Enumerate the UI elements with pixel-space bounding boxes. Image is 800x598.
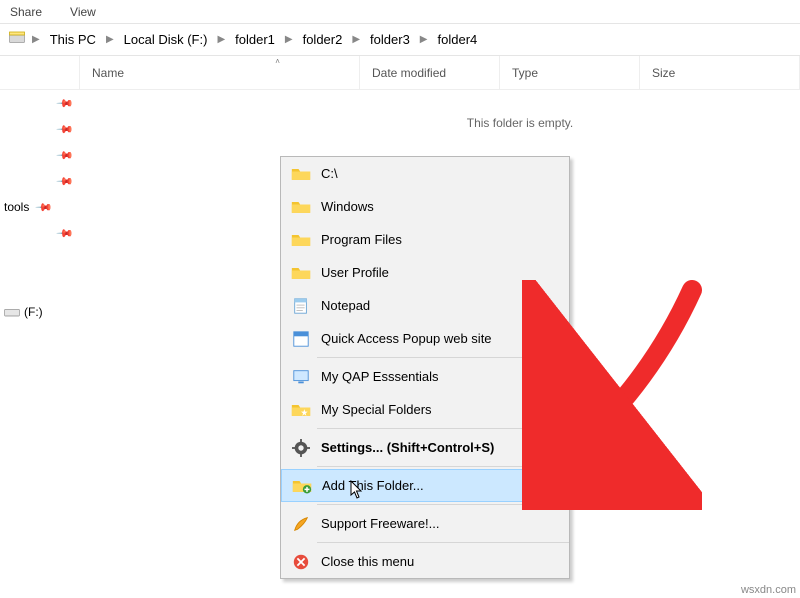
breadcrumb[interactable]: ▶ This PC ▶ Local Disk (F:) ▶ folder1 ▶ … [0,24,800,56]
separator [317,428,569,429]
pin-icon: 📌 [35,198,54,217]
close-icon [291,552,311,572]
separator [317,542,569,543]
ctx-windows[interactable]: Windows [281,190,569,223]
ctx-label: Add This Folder... [322,478,424,493]
ctx-program-files[interactable]: Program Files [281,223,569,256]
ctx-label: Notepad [321,298,370,313]
ctx-add-folder[interactable]: Add This Folder... [281,469,569,502]
ctx-label: Support Freeware!... [321,516,440,531]
notepad-icon [291,296,311,316]
drive-icon [8,29,26,50]
ctx-essentials[interactable]: My QAP Esssentials ▶ [281,360,569,393]
chevron-right-icon[interactable]: ▶ [30,34,42,45]
ribbon-share[interactable]: Share [10,5,42,19]
ctx-settings[interactable]: Settings... (Shift+Control+S) [281,431,569,464]
folder-icon [291,197,311,217]
col-date[interactable]: Date modified [360,56,500,89]
pin-icon: 📌 [56,146,75,165]
ctx-label: My QAP Esssentials [321,369,439,384]
folder-icon [291,263,311,283]
ctx-qap-site[interactable]: Quick Access Popup web site [281,322,569,355]
crumb-folder3[interactable]: folder3 [366,30,414,49]
ribbon-view[interactable]: View [70,5,96,19]
ctx-label: Windows [321,199,374,214]
sort-indicator-icon: ˄ [275,57,280,66]
nav-pinned-item[interactable]: 📌 [0,168,80,194]
gear-icon [291,438,311,458]
context-menu: C:\ Windows Program Files User Profile N… [280,156,570,579]
pin-icon: 📌 [56,224,75,243]
chevron-right-icon[interactable]: ▶ [418,34,430,45]
chevron-right-icon: ▶ [549,371,557,382]
separator [317,466,569,467]
folder-add-icon [292,476,312,496]
ctx-support[interactable]: Support Freeware!... [281,507,569,540]
ctx-label: My Special Folders [321,402,432,417]
ctx-label: C:\ [321,166,338,181]
chevron-right-icon[interactable]: ▶ [104,34,116,45]
ctx-label: User Profile [321,265,389,280]
col-name[interactable]: Name ˄ [80,56,360,89]
ctx-label: Close this menu [321,554,414,569]
nav-drive-f[interactable]: (F:) [0,296,80,328]
nav-pinned-item[interactable]: 📌 [0,90,80,116]
ctx-label: Quick Access Popup web site [321,331,492,346]
column-headers: Name ˄ Date modified Type Size [0,56,800,90]
ctx-label: Settings... (Shift+Control+S) [321,440,494,455]
crumb-folder4[interactable]: folder4 [434,30,482,49]
col-size[interactable]: Size [640,56,800,89]
crumb-folder1[interactable]: folder1 [231,30,279,49]
crumb-folder2[interactable]: folder2 [299,30,347,49]
crumb-local-disk[interactable]: Local Disk (F:) [120,30,212,49]
ctx-label: Program Files [321,232,402,247]
col-type[interactable]: Type [500,56,640,89]
separator [317,504,569,505]
pin-icon: 📌 [56,94,75,113]
folder-star-icon [291,400,311,420]
col-name-label: Name [92,66,124,80]
ctx-c-drive[interactable]: C:\ [281,157,569,190]
monitor-icon [291,367,311,387]
nav-pinned-item[interactable]: 📌 [0,142,80,168]
ribbon-tabs: Share View [0,0,800,24]
ctx-close[interactable]: Close this menu [281,545,569,578]
ctx-notepad[interactable]: Notepad [281,289,569,322]
ctx-special[interactable]: My Special Folders ▶ [281,393,569,426]
chevron-right-icon[interactable]: ▶ [215,34,227,45]
chevron-right-icon[interactable]: ▶ [283,34,295,45]
folder-icon [291,230,311,250]
nav-pinned-item[interactable]: 📌 [0,220,80,246]
chevron-right-icon[interactable]: ▶ [350,34,362,45]
web-icon [291,329,311,349]
chevron-right-icon: ▶ [549,404,557,415]
empty-folder-msg: This folder is empty. [0,116,800,130]
ctx-user-profile[interactable]: User Profile [281,256,569,289]
feather-icon [291,514,311,534]
folder-icon [291,164,311,184]
separator [317,357,569,358]
crumb-this-pc[interactable]: This PC [46,30,100,49]
pin-icon: 📌 [56,172,75,191]
nav-tools[interactable]: tools 📌 [0,194,80,220]
nav-drive-label: (F:) [24,305,43,319]
nav-tools-label: tools [4,200,29,214]
watermark: wsxdn.com [741,584,796,596]
